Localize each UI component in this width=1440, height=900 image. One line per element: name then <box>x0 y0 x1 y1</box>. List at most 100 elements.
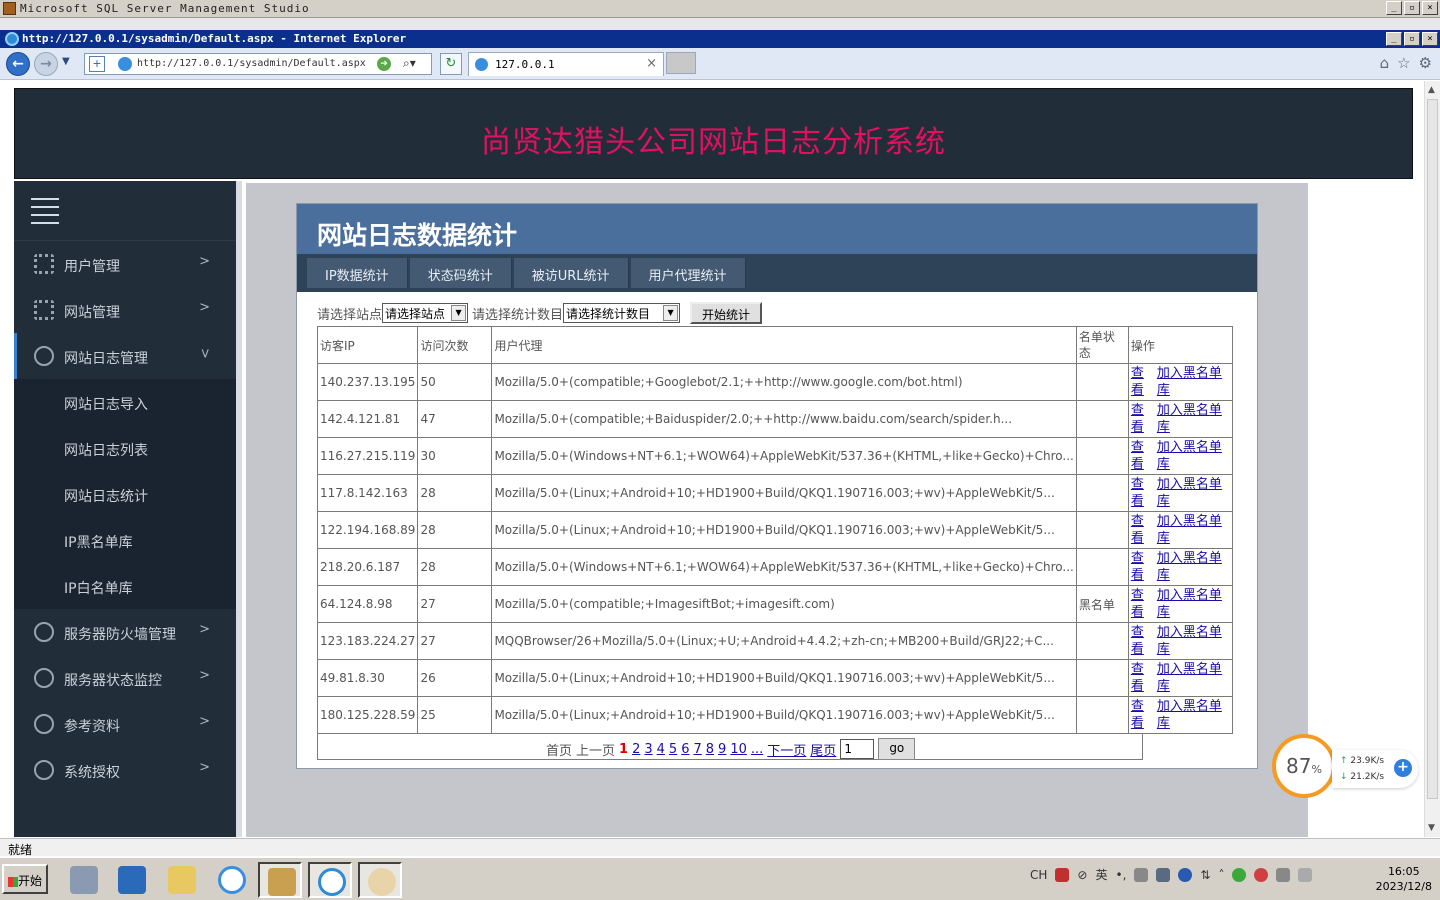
view-link[interactable]: 查看 <box>1131 476 1145 510</box>
home-icon[interactable]: ⌂ <box>1380 54 1390 72</box>
softkeyboard-icon[interactable] <box>1156 867 1171 882</box>
view-link[interactable]: 查看 <box>1131 550 1145 584</box>
address-url[interactable]: http://127.0.0.1/sysadmin/Default.aspx <box>137 58 366 69</box>
network-icon[interactable] <box>1276 867 1291 882</box>
clock[interactable]: 16:05 2023/12/8 <box>1376 864 1432 894</box>
view-link[interactable]: 查看 <box>1131 587 1145 621</box>
sidebar-subitem-log-list[interactable]: 网站日志列表 <box>14 425 236 471</box>
memory-usage-ring[interactable]: 87% <box>1272 734 1336 798</box>
history-dropdown-icon[interactable]: ▼ <box>62 56 70 67</box>
add-blacklist-link[interactable]: 加入黑名单库 <box>1157 365 1225 399</box>
help-icon[interactable] <box>1178 867 1193 882</box>
add-blacklist-link[interactable]: 加入黑名单库 <box>1157 476 1225 510</box>
taskbar-paint[interactable] <box>358 862 402 898</box>
tab-ip-stats[interactable]: IP数据统计 <box>307 258 408 288</box>
sidebar-item-firewall[interactable]: 服务器防火墙管理 > <box>14 609 236 655</box>
search-icon[interactable]: ⌕▾ <box>403 56 416 71</box>
pager-last-link[interactable]: 尾页 <box>810 740 836 759</box>
pager-page-link[interactable]: 6 <box>681 742 689 757</box>
pager-page-link[interactable]: 8 <box>706 742 714 757</box>
view-link[interactable]: 查看 <box>1131 439 1145 473</box>
restore-button[interactable]: ▫ <box>1404 1 1420 15</box>
taskbar-explorer[interactable] <box>160 862 204 898</box>
go-icon[interactable]: ➜ <box>377 57 391 71</box>
back-button[interactable]: ← <box>6 52 30 76</box>
ime-mode[interactable]: 英 <box>1095 866 1107 883</box>
keyboard-icon[interactable] <box>1055 867 1070 882</box>
tray-expand-icon[interactable]: ˄ <box>1218 868 1224 882</box>
close-tab-icon[interactable]: × <box>646 56 657 71</box>
pager-page-link[interactable]: 9 <box>718 742 726 757</box>
view-link[interactable]: 查看 <box>1131 661 1145 695</box>
language-indicator[interactable]: CH <box>1030 868 1047 882</box>
site-select[interactable]: 请选择站点 ▼ <box>382 303 469 323</box>
widget-plus-icon[interactable]: + <box>1394 759 1412 777</box>
scroll-down-icon[interactable]: ▼ <box>1428 823 1435 833</box>
view-link[interactable]: 查看 <box>1131 624 1145 658</box>
start-button[interactable]: 开始 <box>2 864 48 894</box>
network-speed-widget[interactable]: 87% ↑ 23.9K/s ↓ 21.2K/s + <box>1272 734 1418 804</box>
taskbar-internet-explorer[interactable] <box>308 862 352 898</box>
pager-page-link[interactable]: 2 <box>632 742 640 757</box>
ime-menu-icon[interactable]: ⇅ <box>1200 868 1210 882</box>
add-blacklist-link[interactable]: 加入黑名单库 <box>1157 587 1225 621</box>
scrollbar-thumb[interactable] <box>1427 99 1438 799</box>
tab-url-stats[interactable]: 被访URL统计 <box>513 258 629 288</box>
ie-restore-button[interactable]: ▫ <box>1404 32 1420 46</box>
pager-page-link[interactable]: 3 <box>644 742 652 757</box>
view-link[interactable]: 查看 <box>1131 513 1145 547</box>
sidebar-subitem-ip-blacklist[interactable]: IP黑名单库 <box>14 517 236 563</box>
sidebar-item-references[interactable]: 参考资料 > <box>14 701 236 747</box>
scroll-up-icon[interactable]: ▲ <box>1428 85 1435 95</box>
refresh-button[interactable]: ↻ <box>440 53 462 75</box>
tools-gear-icon[interactable]: ⚙ <box>1419 54 1432 72</box>
taskbar-powershell[interactable] <box>110 862 154 898</box>
view-link[interactable]: 查看 <box>1131 402 1145 436</box>
add-blacklist-link[interactable]: 加入黑名单库 <box>1157 402 1225 436</box>
add-blacklist-link[interactable]: 加入黑名单库 <box>1157 439 1225 473</box>
pager-next-link[interactable]: 下一页 <box>767 740 806 759</box>
add-blacklist-link[interactable]: 加入黑名单库 <box>1157 624 1225 658</box>
pager-page-link[interactable]: 10 <box>730 742 747 757</box>
pager-page-link[interactable]: 7 <box>693 742 701 757</box>
alert-icon[interactable] <box>1254 867 1269 882</box>
ie-close-button[interactable]: × <box>1422 32 1438 46</box>
sidebar-item-user-management[interactable]: 用户管理 > <box>14 241 236 287</box>
add-blacklist-link[interactable]: 加入黑名单库 <box>1157 550 1225 584</box>
volume-icon[interactable] <box>1298 867 1313 882</box>
menu-toggle-icon[interactable] <box>31 198 59 230</box>
taskbar-baidu-netdisk[interactable] <box>210 862 254 898</box>
pager-page-link[interactable]: ... <box>751 742 763 757</box>
pager-page-link[interactable]: 5 <box>669 742 677 757</box>
taskbar-server-manager[interactable] <box>62 862 106 898</box>
address-bar[interactable]: + http://127.0.0.1/sysadmin/Default.aspx… <box>84 53 432 75</box>
start-stats-button[interactable]: 开始统计 <box>690 302 763 324</box>
settings-icon[interactable] <box>1134 867 1149 882</box>
count-select[interactable]: 请选择统计数目 ▼ <box>563 303 681 323</box>
sidebar-item-log-management[interactable]: 网站日志管理 > <box>14 333 236 379</box>
add-blacklist-link[interactable]: 加入黑名单库 <box>1157 661 1225 695</box>
minimize-button[interactable]: _ <box>1386 1 1402 15</box>
sidebar-item-license[interactable]: 系统授权 > <box>14 747 236 793</box>
browser-tab[interactable]: 127.0.0.1 × <box>468 52 664 76</box>
sidebar-subitem-log-import[interactable]: 网站日志导入 <box>14 379 236 425</box>
pager-go-button[interactable]: go <box>878 738 916 760</box>
taskbar-ssms[interactable] <box>258 862 302 898</box>
ie-minimize-button[interactable]: _ <box>1386 32 1402 46</box>
sidebar-item-site-management[interactable]: 网站管理 > <box>14 287 236 333</box>
page-scrollbar[interactable]: ▲ ▼ <box>1424 81 1440 837</box>
add-blacklist-link[interactable]: 加入黑名单库 <box>1157 513 1225 547</box>
sidebar-subitem-ip-whitelist[interactable]: IP白名单库 <box>14 563 236 609</box>
new-tab-button[interactable] <box>666 52 696 74</box>
view-link[interactable]: 查看 <box>1131 698 1145 732</box>
tab-status-code-stats[interactable]: 状态码统计 <box>409 258 512 288</box>
compat-icon[interactable]: + <box>89 56 105 72</box>
close-button[interactable]: × <box>1422 1 1438 15</box>
pager-page-link[interactable]: 4 <box>657 742 665 757</box>
tab-user-agent-stats[interactable]: 用户代理统计 <box>630 258 746 288</box>
sidebar-item-server-monitor[interactable]: 服务器状态监控 > <box>14 655 236 701</box>
view-link[interactable]: 查看 <box>1131 365 1145 399</box>
page-number-input[interactable]: 1 <box>840 739 875 759</box>
block-icon[interactable]: ⊘ <box>1077 868 1087 882</box>
favorites-star-icon[interactable]: ☆ <box>1397 54 1410 72</box>
